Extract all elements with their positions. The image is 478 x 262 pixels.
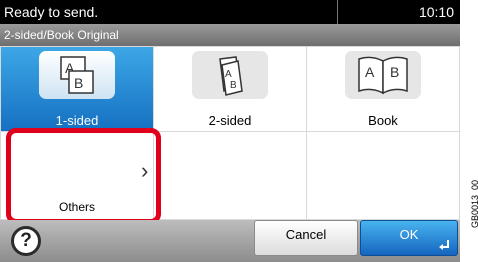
- option-label: 1-sided: [55, 113, 99, 128]
- svg-text:A: A: [365, 64, 375, 80]
- ok-label: OK: [399, 227, 419, 242]
- ok-button[interactable]: OK: [360, 220, 458, 256]
- svg-text:A: A: [225, 69, 232, 80]
- figure-code: GB0013_00: [470, 179, 478, 228]
- title-bar: 2-sided/Book Original: [0, 24, 460, 46]
- svg-text:B: B: [390, 64, 399, 80]
- one-sided-original-icon: A B: [39, 51, 115, 99]
- two-sided-original-icon: A B: [192, 51, 268, 99]
- option-one-sided[interactable]: A B 1-sided: [1, 47, 153, 131]
- svg-text:B: B: [230, 80, 237, 91]
- status-time: 10:10: [418, 4, 454, 20]
- option-book[interactable]: A B Book: [307, 47, 459, 131]
- option-label: Book: [368, 113, 398, 128]
- option-two-sided[interactable]: A B 2-sided: [154, 47, 306, 131]
- cancel-label: Cancel: [285, 227, 327, 242]
- enter-icon: [439, 240, 449, 250]
- svg-text:B: B: [74, 75, 83, 91]
- help-button[interactable]: ?: [11, 226, 41, 256]
- option-label: 2-sided: [208, 113, 252, 128]
- book-original-icon: A B: [345, 51, 421, 99]
- status-bar: Ready to send. 10:10: [0, 0, 460, 24]
- empty-cell: [154, 132, 306, 219]
- panel-screen: Ready to send. 10:10 2-sided/Book Origin…: [0, 0, 460, 262]
- empty-cell: [307, 132, 459, 219]
- page-title: 2-sided/Book Original: [4, 28, 119, 42]
- status-message: Ready to send.: [4, 4, 99, 20]
- cancel-button[interactable]: Cancel: [254, 220, 358, 256]
- status-divider: [337, 0, 338, 24]
- highlight-frame: [6, 128, 161, 224]
